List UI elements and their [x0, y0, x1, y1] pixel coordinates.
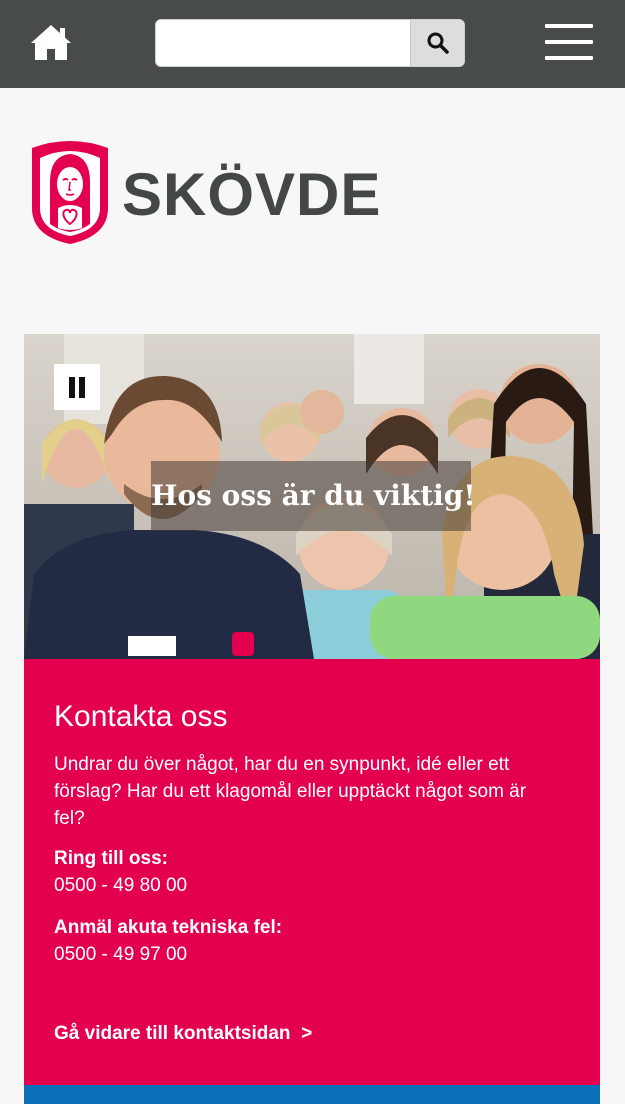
- hamburger-line: [545, 40, 593, 44]
- search-input[interactable]: [156, 20, 412, 66]
- menu-button[interactable]: [545, 24, 593, 62]
- home-button[interactable]: [28, 22, 74, 64]
- hero-caption: Hos oss är du viktig!: [151, 461, 476, 531]
- skovde-logo[interactable]: SKÖVDE: [28, 138, 380, 246]
- logo-text: SKÖVDE: [122, 161, 382, 228]
- hamburger-line: [545, 56, 593, 60]
- hamburger-menu-icon: [545, 24, 593, 28]
- pause-icon-bar: [79, 377, 85, 398]
- phone-label: Ring till oss:: [54, 848, 168, 869]
- search-icon: [427, 32, 449, 54]
- pause-button[interactable]: [54, 364, 100, 410]
- contact-section: Kontakta oss Undrar du över något, har d…: [24, 659, 600, 1085]
- top-bar: [0, 0, 625, 88]
- footer-bar: [24, 1085, 600, 1104]
- tech-phone-number[interactable]: 0500 - 49 97 00: [54, 942, 187, 968]
- tech-label: Anmäl akuta tekniska fel:: [54, 917, 283, 938]
- pause-icon: [69, 377, 75, 398]
- contact-page-link[interactable]: Gå vidare till kontaktsidan >: [54, 1021, 312, 1047]
- contact-title: Kontakta oss: [54, 700, 228, 733]
- search-box: [155, 19, 465, 67]
- hero-banner: Hos oss är du viktig!: [24, 334, 600, 659]
- home-icon: [31, 25, 71, 60]
- contact-intro: Undrar du över något, har du en synpunkt…: [54, 754, 527, 829]
- coat-of-arms-icon: [32, 141, 108, 244]
- phone-number[interactable]: 0500 - 49 80 00: [54, 873, 187, 899]
- search-button[interactable]: [410, 20, 464, 66]
